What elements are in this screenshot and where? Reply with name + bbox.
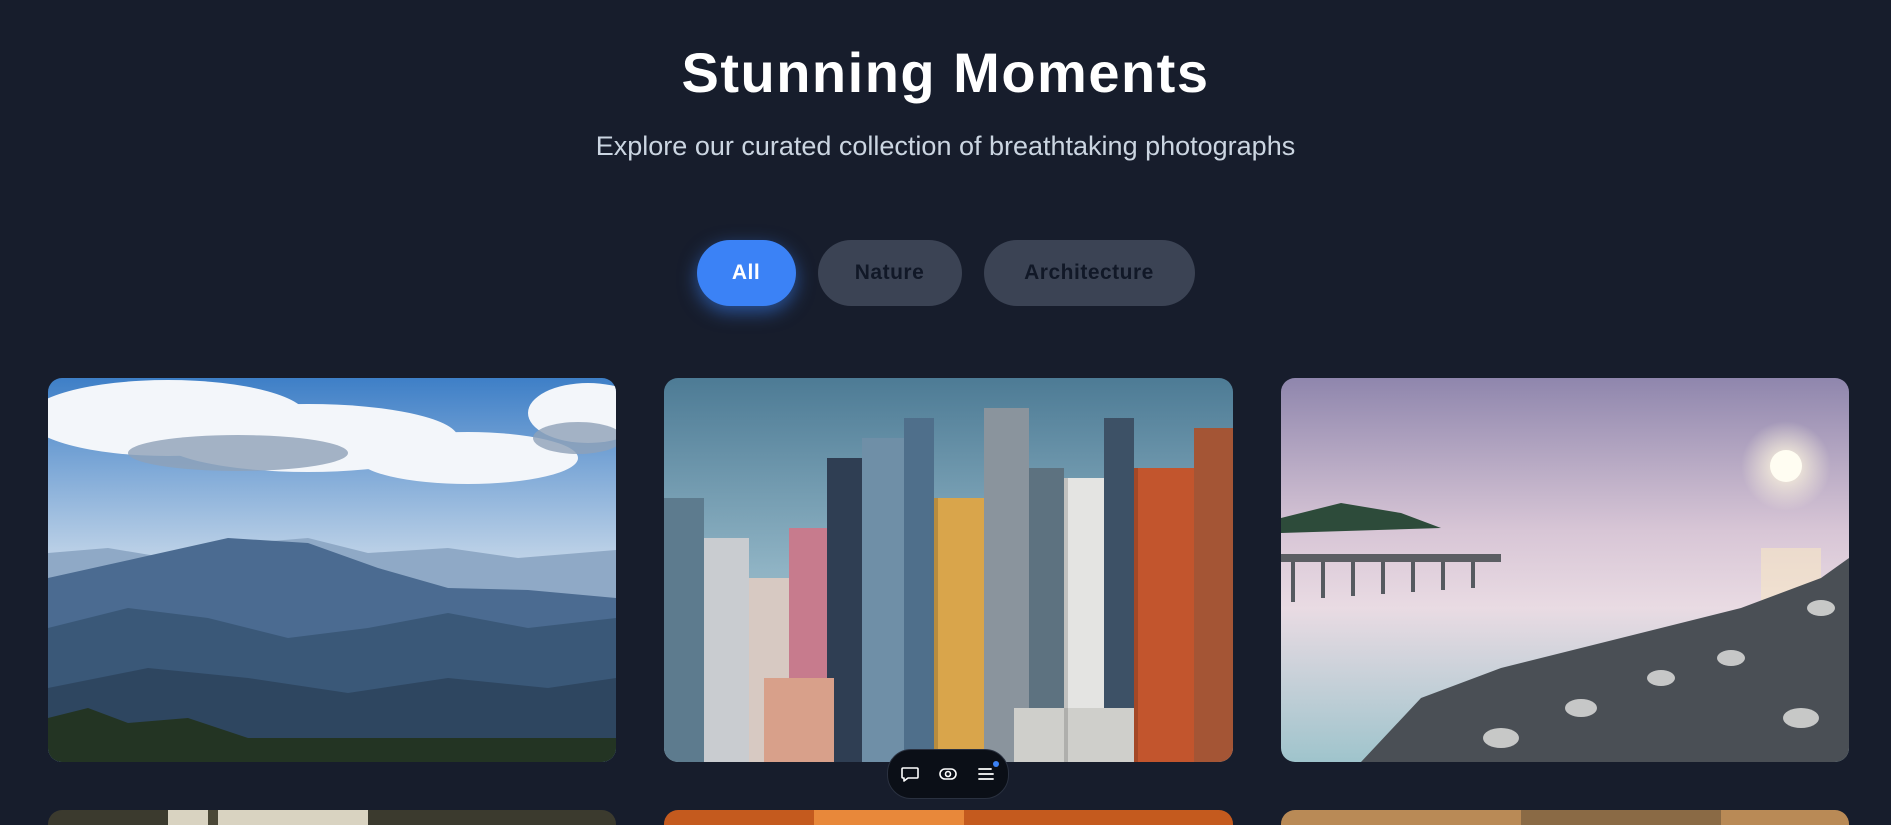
floating-toolbar xyxy=(887,749,1009,799)
filter-bar: All Nature Architecture xyxy=(0,240,1891,306)
filter-architecture-button[interactable]: Architecture xyxy=(983,240,1195,306)
eye-icon[interactable] xyxy=(938,764,958,784)
gallery-card-seascape[interactable] xyxy=(1281,378,1849,762)
gallery-card-desert[interactable] xyxy=(1281,810,1849,825)
comment-icon[interactable] xyxy=(900,764,920,784)
gallery-card-city[interactable] xyxy=(664,378,1233,762)
filter-all-button[interactable]: All xyxy=(696,240,796,306)
gallery-card-forest[interactable] xyxy=(48,810,616,825)
filter-nature-button[interactable]: Nature xyxy=(817,240,962,306)
gallery-card-mountains[interactable] xyxy=(48,378,616,762)
notification-dot xyxy=(993,761,999,767)
desert-photo xyxy=(1281,810,1849,825)
seascape-photo xyxy=(1281,378,1849,762)
city-photo xyxy=(664,378,1233,762)
page-subtitle: Explore our curated collection of breath… xyxy=(595,131,1296,161)
gallery-card-sunset-city[interactable] xyxy=(664,810,1233,825)
gallery-page: Stunning Moments Explore our curated col… xyxy=(0,0,1891,825)
sunset-city-photo xyxy=(664,810,1233,825)
forest-photo xyxy=(48,810,616,825)
mountain-photo xyxy=(48,378,616,762)
page-title: Stunning Moments xyxy=(681,41,1210,104)
menu-icon[interactable] xyxy=(976,761,999,784)
